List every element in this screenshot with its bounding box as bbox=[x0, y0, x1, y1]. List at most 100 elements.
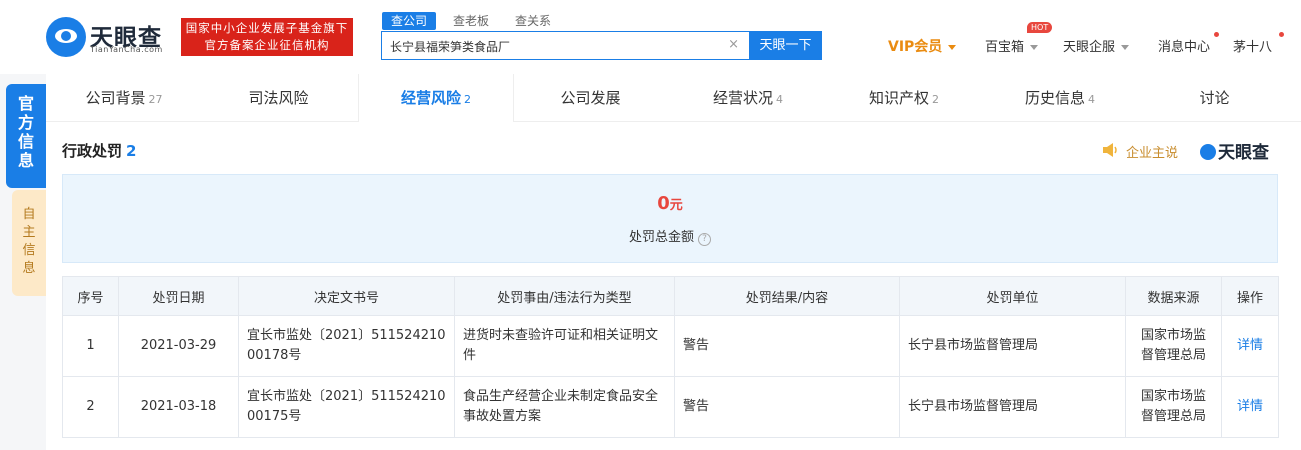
baibaoxiang-menu[interactable]: 百宝箱 bbox=[985, 36, 1039, 55]
brand-watermark: 天眼查 bbox=[1200, 138, 1269, 163]
detail-link[interactable]: 详情 bbox=[1221, 315, 1279, 377]
tab-label: 司法风险 bbox=[248, 89, 309, 107]
cell-doc-no: 宜长市监处〔2021〕51152421000178号 bbox=[238, 315, 455, 377]
chevron-down-icon bbox=[948, 44, 957, 50]
col-header-source: 数据来源 bbox=[1125, 276, 1222, 316]
site-logo[interactable]: 天眼查 TianYanCha.com bbox=[46, 17, 176, 57]
tab-label: 公司背景 bbox=[85, 89, 146, 107]
side-tab-official-info[interactable]: 官方信息 bbox=[6, 84, 46, 188]
tab-intellectual-property[interactable]: 知识产权 2 bbox=[826, 74, 982, 122]
gov-badge: 国家中小企业发展子基金旗下 官方备案企业征信机构 bbox=[181, 18, 353, 56]
search-input[interactable]: 长宁县福荣笋类食品厂 × bbox=[381, 31, 749, 60]
logo-eye-icon bbox=[46, 17, 86, 57]
cell-authority: 长宁县市场监督管理局 bbox=[899, 376, 1126, 438]
tab-count: 2 bbox=[932, 93, 939, 106]
main-tabs: 公司背景 27 司法风险 经营风险 2 公司发展 经营状况 4 知识产权 2 历史信息 4… bbox=[46, 74, 1301, 122]
table-header-row: 序号 处罚日期 决定文书号 处罚事由/违法行为类型 处罚结果/内容 处罚单位 数… bbox=[62, 276, 1279, 316]
cell-doc-no: 宜长市监处〔2021〕51152421000175号 bbox=[238, 376, 455, 438]
tab-label: 经营风险 bbox=[400, 89, 461, 107]
tab-company-development[interactable]: 公司发展 bbox=[514, 74, 670, 122]
tab-label: 经营状况 bbox=[712, 89, 773, 107]
vip-label: VIP会员 bbox=[888, 39, 943, 55]
speaker-icon bbox=[1103, 143, 1117, 157]
message-center-link[interactable]: 消息中心 bbox=[1158, 36, 1210, 55]
cell-source: 国家市场监督管理总局 bbox=[1125, 315, 1222, 377]
tab-operating-status[interactable]: 经营状况 4 bbox=[670, 74, 826, 122]
table-row: 1 2021-03-29 宜长市监处〔2021〕51152421000178号 … bbox=[62, 315, 1279, 377]
logo-eye-icon bbox=[1200, 144, 1216, 160]
amount-label-text: 处罚总金额 bbox=[628, 230, 694, 245]
cell-date: 2021-03-18 bbox=[118, 376, 239, 438]
brand-text: 天眼查 bbox=[1218, 143, 1269, 163]
hot-badge: HOT bbox=[1027, 22, 1053, 33]
enterprise-service-label: 天眼企服 bbox=[1063, 40, 1116, 55]
cell-reason: 进货时未查验许可证和相关证明文件 bbox=[454, 315, 675, 377]
user-unread-dot bbox=[1279, 32, 1284, 37]
penalty-total-amount: 0元 bbox=[63, 193, 1277, 214]
cell-index: 1 bbox=[62, 315, 119, 377]
section-title-text: 行政处罚 bbox=[62, 142, 123, 160]
gov-badge-line2: 官方备案企业征信机构 bbox=[204, 38, 330, 52]
message-unread-dot bbox=[1214, 32, 1219, 37]
col-header-reason: 处罚事由/违法行为类型 bbox=[454, 276, 675, 316]
tab-count: 4 bbox=[1088, 93, 1095, 106]
tab-label: 公司发展 bbox=[560, 89, 621, 107]
cell-index: 2 bbox=[62, 376, 119, 438]
chevron-down-icon bbox=[1121, 45, 1130, 50]
logo-subtext: TianYanCha.com bbox=[90, 45, 163, 54]
gov-badge-line1: 国家中小企业发展子基金旗下 bbox=[185, 21, 349, 35]
cell-date: 2021-03-29 bbox=[118, 315, 239, 377]
col-header-date: 处罚日期 bbox=[118, 276, 239, 316]
tab-discussion[interactable]: 讨论 bbox=[1138, 74, 1294, 122]
tab-label: 知识产权 bbox=[868, 89, 929, 107]
section-count: 2 bbox=[126, 142, 137, 160]
col-header-authority: 处罚单位 bbox=[899, 276, 1126, 316]
tab-count: 4 bbox=[776, 93, 783, 106]
col-header-result: 处罚结果/内容 bbox=[674, 276, 900, 316]
enterprise-service-menu[interactable]: 天眼企服 bbox=[1063, 36, 1130, 55]
search-tab-relation[interactable]: 查关系 bbox=[506, 12, 560, 30]
vip-menu[interactable]: VIP会员 bbox=[888, 36, 957, 56]
user-name: 茅十八 bbox=[1233, 40, 1273, 55]
user-menu[interactable]: 茅十八 bbox=[1233, 36, 1272, 55]
side-tab-official-label: 官方信息 bbox=[17, 94, 34, 170]
search-tab-boss[interactable]: 查老板 bbox=[444, 12, 498, 30]
table-row: 2 2021-03-18 宜长市监处〔2021〕51152421000175号 … bbox=[62, 376, 1279, 438]
tab-count: 2 bbox=[464, 93, 471, 106]
amount-unit: 元 bbox=[669, 198, 683, 213]
cell-source: 国家市场监督管理总局 bbox=[1125, 376, 1222, 438]
cell-result: 警告 bbox=[674, 315, 900, 377]
penalty-table: 序号 处罚日期 决定文书号 处罚事由/违法行为类型 处罚结果/内容 处罚单位 数… bbox=[62, 276, 1279, 438]
detail-link[interactable]: 详情 bbox=[1221, 376, 1279, 438]
amount-value: 0 bbox=[657, 193, 670, 214]
section-title: 行政处罚 2 bbox=[62, 140, 136, 161]
penalty-summary: 0元 处罚总金额? bbox=[62, 174, 1278, 263]
chevron-down-icon bbox=[1030, 45, 1039, 50]
col-header-index: 序号 bbox=[62, 276, 119, 316]
search-button[interactable]: 天眼一下 bbox=[749, 31, 822, 60]
search-type-tabs: 查公司 查老板 查关系 bbox=[382, 12, 568, 30]
col-header-action: 操作 bbox=[1221, 276, 1279, 316]
side-tab-self-label: 自主信息 bbox=[22, 207, 36, 276]
top-header: 天眼查 TianYanCha.com 国家中小企业发展子基金旗下 官方备案企业征… bbox=[0, 0, 1301, 74]
tab-company-background[interactable]: 公司背景 27 bbox=[46, 74, 202, 122]
company-say-link[interactable]: 企业主说 bbox=[1126, 142, 1178, 161]
cell-result: 警告 bbox=[674, 376, 900, 438]
baibaoxiang-label: 百宝箱 bbox=[985, 40, 1025, 55]
penalty-total-label: 处罚总金额? bbox=[63, 226, 1277, 246]
tab-history[interactable]: 历史信息 4 bbox=[982, 74, 1138, 122]
clear-icon[interactable]: × bbox=[728, 37, 739, 52]
tab-count: 27 bbox=[148, 93, 163, 106]
tab-label: 历史信息 bbox=[1024, 89, 1085, 107]
cell-reason: 食品生产经营企业未制定食品安全事故处置方案 bbox=[454, 376, 675, 438]
side-tab-self-info[interactable]: 自主信息 bbox=[12, 190, 46, 296]
cell-authority: 长宁县市场监督管理局 bbox=[899, 315, 1126, 377]
tab-operating-risk[interactable]: 经营风险 2 bbox=[358, 74, 514, 122]
search-input-value: 长宁县福荣笋类食品厂 bbox=[390, 40, 511, 54]
tab-label: 讨论 bbox=[1199, 89, 1230, 107]
penalty-section: 行政处罚 2 企业主说 天眼查 0元 处罚总金额? 序号 处罚日期 决定文书号 … bbox=[46, 122, 1301, 450]
help-icon[interactable]: ? bbox=[698, 233, 711, 246]
search-tab-company[interactable]: 查公司 bbox=[382, 12, 437, 30]
tab-judicial-risk[interactable]: 司法风险 bbox=[202, 74, 358, 122]
col-header-doc-no: 决定文书号 bbox=[238, 276, 455, 316]
